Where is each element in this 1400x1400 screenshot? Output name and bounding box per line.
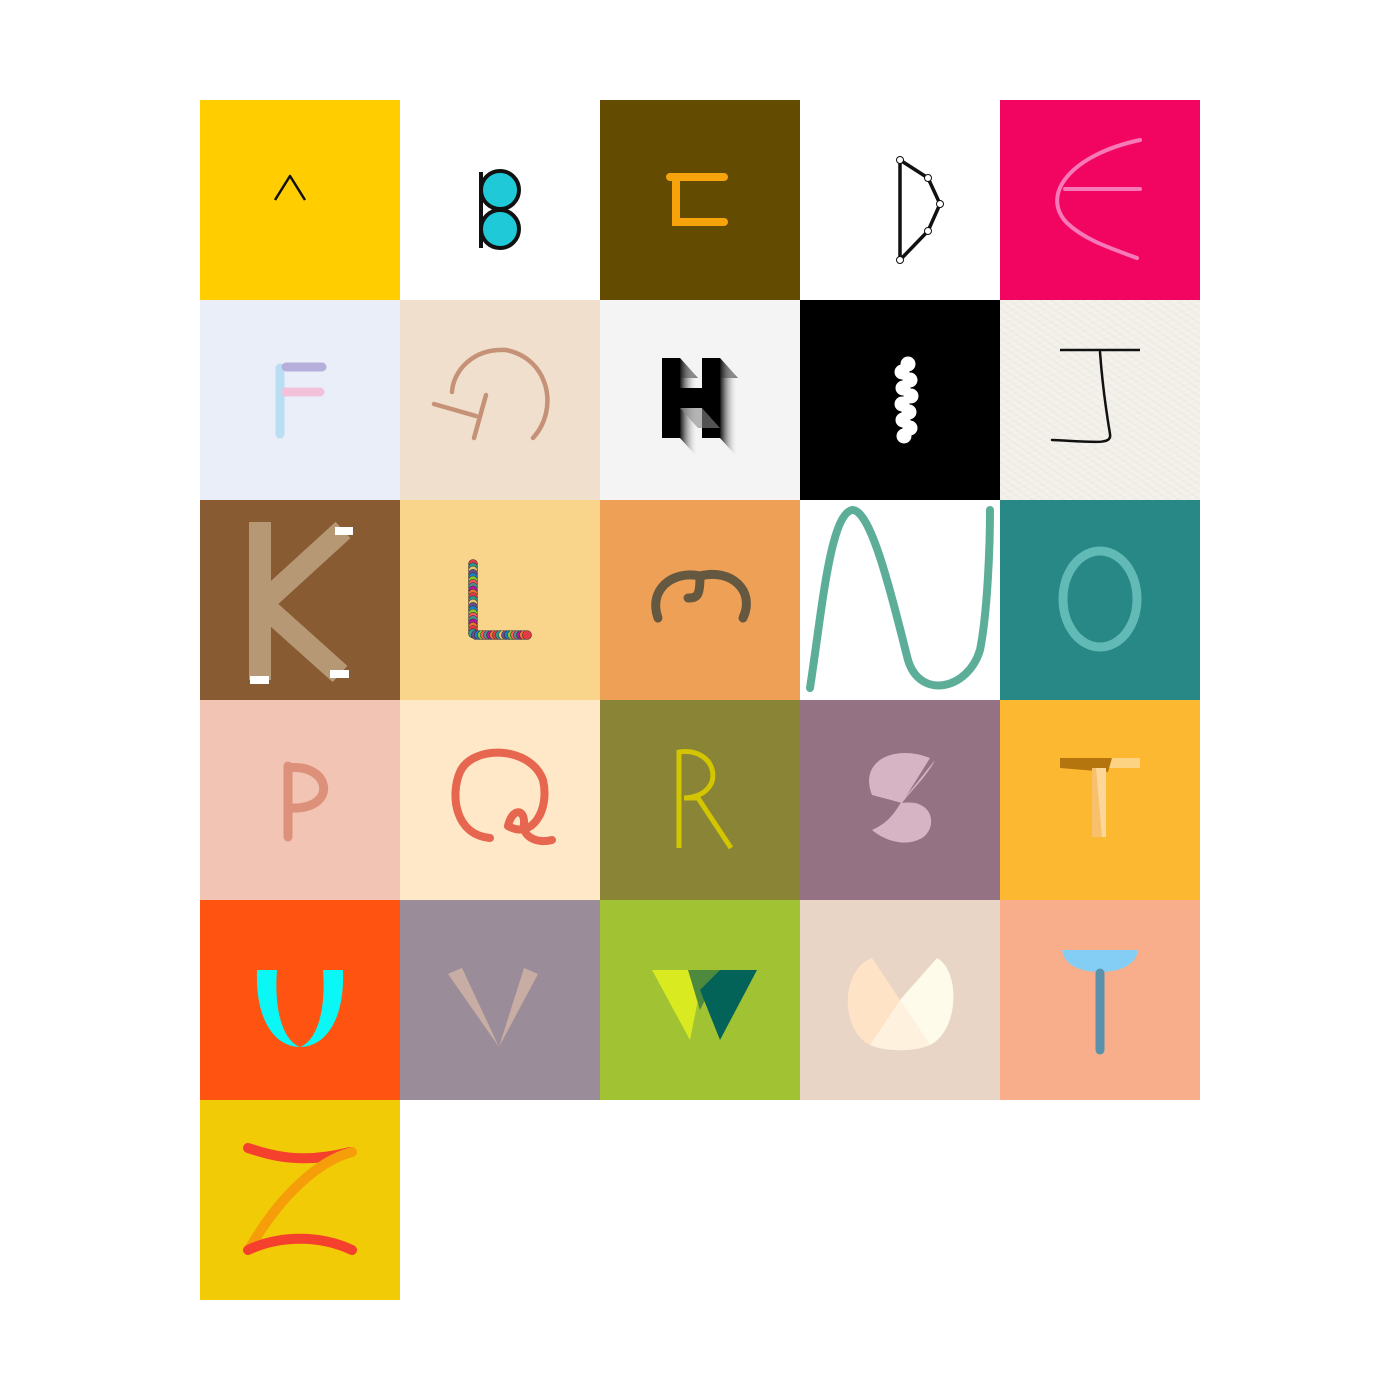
- letter-m-rotated-three-icon: [651, 569, 751, 623]
- letter-tile-s: [800, 700, 1000, 900]
- letter-tile-g: [400, 300, 600, 500]
- letter-tile-h: [600, 300, 800, 500]
- letter-tile-e: [1000, 100, 1200, 300]
- letter-tile-o: [1000, 500, 1200, 700]
- letter-tile-l: [400, 500, 600, 700]
- letter-l-confetti-dots-icon: [468, 559, 532, 640]
- letter-tile-c: [600, 100, 800, 300]
- letter-tile-x: [800, 900, 1000, 1100]
- letter-tile-k: [200, 500, 400, 700]
- letter-u-crescent-icon: [256, 970, 344, 1047]
- letter-tile-m: [600, 500, 800, 700]
- letter-e-curved-line-icon: [1055, 138, 1142, 260]
- letter-a-thin-caret-icon: [273, 174, 307, 201]
- letter-tile-y: [1000, 900, 1200, 1100]
- letter-f-pastel-strokes-icon: [275, 362, 327, 439]
- letter-tile-i: [800, 300, 1000, 500]
- letter-k-wide-strokes-icon: [249, 521, 353, 684]
- letter-tile-z: [200, 1100, 400, 1300]
- letter-y-bowl-stem-icon: [1062, 950, 1138, 1055]
- letter-g-arc-icon: [431, 347, 550, 441]
- letter-tile-d: [800, 100, 1000, 300]
- letter-h-extruded-gradient-icon: [662, 358, 738, 458]
- letter-j-handdrawn-icon: [1050, 348, 1140, 444]
- letter-tile-b: [400, 100, 600, 300]
- letter-q-loop-tail-icon: [451, 748, 556, 845]
- letter-i-wavy-dots-icon: [894, 356, 919, 444]
- letter-b-stacked-circles-icon: [479, 169, 521, 250]
- letter-tile-f: [200, 300, 400, 500]
- letter-tile-t: [1000, 700, 1200, 900]
- letter-tile-j: [1000, 300, 1200, 500]
- letter-s-split-circle-icon: [869, 752, 935, 843]
- letter-t-shaded-bars-icon: [1060, 758, 1140, 837]
- letter-d-node-polyline-icon: [896, 156, 944, 264]
- letter-v-tapered-wedges-icon: [448, 968, 538, 1047]
- letter-w-overlapping-triangles-icon: [652, 970, 757, 1040]
- alphabet-grid: [200, 100, 1200, 1300]
- letter-x-pie-cutout-icon: [847, 958, 954, 1051]
- letter-n-wave-line-icon: [806, 506, 994, 692]
- letter-r-thin-stroke-icon: [676, 749, 734, 850]
- letter-p-rounded-stroke-icon: [283, 761, 328, 842]
- letter-tile-q: [400, 700, 600, 900]
- letter-tile-v: [400, 900, 600, 1100]
- letter-tile-u: [200, 900, 400, 1100]
- letter-tile-r: [600, 700, 800, 900]
- letter-tile-n: [800, 500, 1000, 700]
- letter-tile-p: [200, 700, 400, 900]
- letter-c-bracket-icon: [666, 173, 728, 226]
- letter-z-ribbon-strokes-icon: [243, 1143, 357, 1255]
- letter-tile-a: [200, 100, 400, 300]
- letter-tile-w: [600, 900, 800, 1100]
- letter-o-ring-icon: [1058, 546, 1142, 652]
